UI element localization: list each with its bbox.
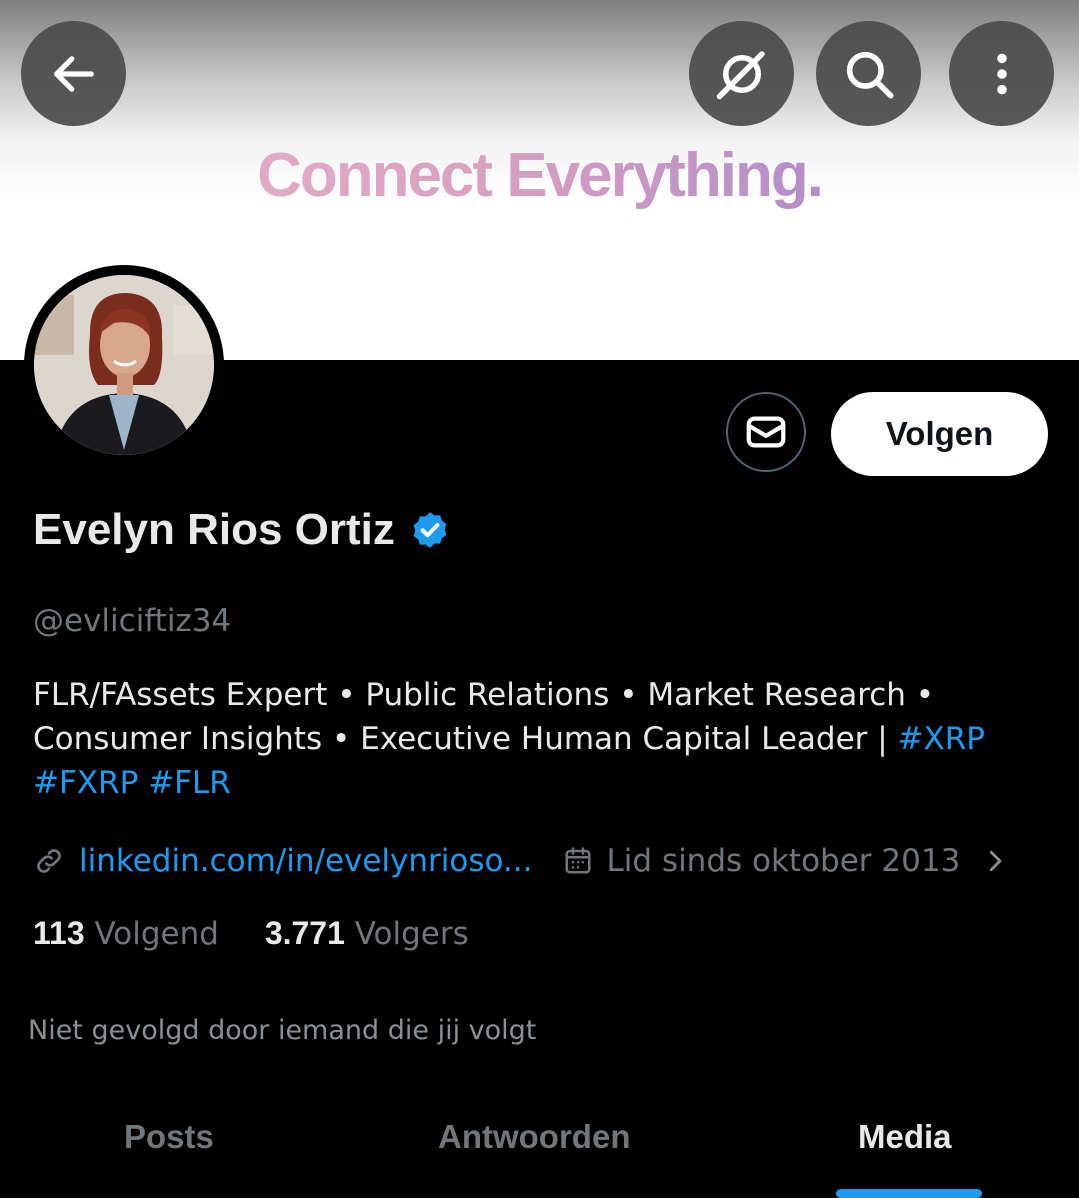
search-icon (846, 51, 894, 99)
back-button[interactable] (21, 21, 126, 126)
search-button[interactable] (816, 21, 921, 126)
hashtag-flr[interactable]: #FLR (148, 765, 231, 801)
display-name: Evelyn Rios Ortiz (33, 505, 395, 554)
tab-posts[interactable]: Posts (124, 1118, 214, 1156)
message-button[interactable] (726, 392, 806, 472)
active-tab-indicator (836, 1189, 982, 1198)
link-icon (37, 849, 61, 873)
calendar-icon (565, 847, 590, 874)
avatar[interactable] (24, 265, 224, 465)
arrow-left-icon (53, 55, 94, 92)
hashtag-fxrp[interactable]: #FXRP (33, 765, 138, 801)
joined-date: Lid sinds oktober 2013 (606, 843, 961, 879)
profile-meta-row: linkedin.com/in/evelynrioso... Lid sinds… (33, 840, 1010, 882)
following-count: 113 (33, 915, 85, 951)
not-followed-notice: Niet gevolgd door iemand die jij volgt (28, 1015, 537, 1046)
banner-text: Connect Everything. (0, 140, 1079, 211)
followers-stat[interactable]: 3.771 Volgers (264, 915, 469, 952)
chevron-right-icon[interactable] (980, 846, 1010, 876)
followers-label: Volgers (354, 916, 469, 952)
tab-replies[interactable]: Antwoorden (438, 1118, 630, 1156)
bio-text: FLR/FAssets Expert • Public Relations • … (33, 677, 935, 757)
following-stat[interactable]: 113 Volgend (33, 915, 219, 952)
avatar-photo (34, 275, 214, 455)
grok-button[interactable] (689, 21, 794, 126)
tab-media[interactable]: Media (858, 1118, 952, 1156)
profile-name-row: Evelyn Rios Ortiz (33, 505, 451, 555)
grok-icon (716, 50, 765, 99)
following-label: Volgend (94, 916, 219, 952)
profile-handle: @evliciftiz34 (33, 603, 232, 639)
more-vertical-icon (996, 53, 1007, 94)
follow-button[interactable]: Volgen (831, 392, 1048, 476)
more-button[interactable] (949, 21, 1054, 126)
verified-badge-icon[interactable] (409, 509, 451, 551)
profile-link[interactable]: linkedin.com/in/evelynrioso... (79, 843, 533, 879)
mail-icon (746, 416, 786, 448)
follow-stats: 113 Volgend 3.771 Volgers (33, 915, 469, 952)
profile-bio: FLR/FAssets Expert • Public Relations • … (33, 673, 1043, 805)
hashtag-xrp[interactable]: #XRP (898, 721, 985, 757)
followers-count: 3.771 (264, 915, 345, 951)
